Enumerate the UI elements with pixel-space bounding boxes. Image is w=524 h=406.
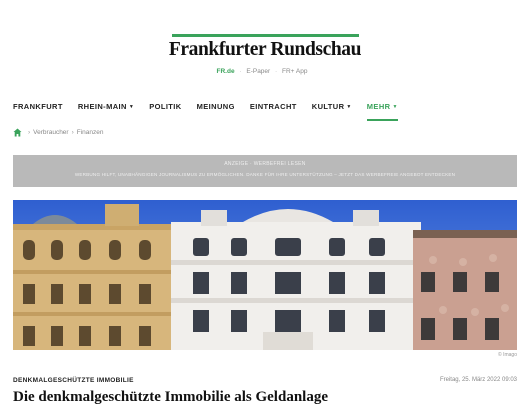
home-icon[interactable] (13, 128, 22, 137)
nav-item-meinung[interactable]: MEINUNG (197, 100, 235, 116)
nav-item-rhein-main[interactable]: RHEIN-MAIN ▼ (78, 100, 134, 116)
sublink-separator: · (275, 68, 278, 75)
advertisement-banner[interactable]: ANZEIGE · WERBEFREI LESEN WERBUNG HILFT,… (13, 155, 517, 187)
building-facade-illustration (13, 200, 517, 350)
breadcrumb-separator: › (71, 129, 74, 136)
main-navigation: FRANKFURT RHEIN-MAIN ▼ POLITIK MEINUNG EI… (13, 100, 413, 121)
logo-accent-bar (172, 34, 359, 37)
ad-text: WERBUNG HILFT, UNABHÄNGIGEN JOURNALISMUS… (74, 172, 456, 177)
nav-item-frankfurt[interactable]: FRANKFURT (13, 100, 63, 116)
site-logo[interactable]: Frankfurter Rundschau (160, 39, 370, 61)
sublink-app[interactable]: FR+ App (282, 68, 307, 75)
nav-item-eintracht[interactable]: EINTRACHT (250, 100, 297, 116)
caret-down-icon: ▼ (128, 104, 135, 110)
article-headline: Die denkmalgeschützte Immobilie als Geld… (13, 389, 328, 405)
caret-down-icon: ▼ (346, 104, 352, 110)
caret-down-icon: ▼ (392, 104, 398, 110)
image-credit: © Imago (498, 352, 517, 358)
nav-item-kultur[interactable]: KULTUR ▼ (312, 100, 352, 116)
breadcrumb-item-finanzen[interactable]: Finanzen (77, 129, 104, 136)
sublink-site[interactable]: FR.de (217, 68, 235, 75)
sublink-epaper[interactable]: E-Paper (246, 68, 270, 75)
nav-item-politik[interactable]: POLITIK (149, 100, 181, 116)
masthead-sublinks: FR.de · E-Paper · FR+ App (150, 68, 374, 75)
masthead: Frankfurter Rundschau FR.de · E-Paper · … (0, 0, 524, 90)
sublink-separator: · (239, 68, 242, 75)
nav-item-mehr[interactable]: MEHR ▼ (366, 100, 398, 121)
article-kicker: DENKMALGESCHÜTZTE IMMOBILIE (13, 377, 134, 384)
article-hero-image[interactable] (13, 200, 517, 350)
breadcrumb: › Verbraucher › Finanzen (13, 128, 104, 137)
article-date: Freitag, 25. März 2022 09:03 (439, 377, 517, 383)
breadcrumb-item-verbraucher[interactable]: Verbraucher (33, 129, 68, 136)
breadcrumb-separator: › (28, 129, 31, 136)
ad-title: ANZEIGE · WERBEFREI LESEN (224, 161, 306, 167)
